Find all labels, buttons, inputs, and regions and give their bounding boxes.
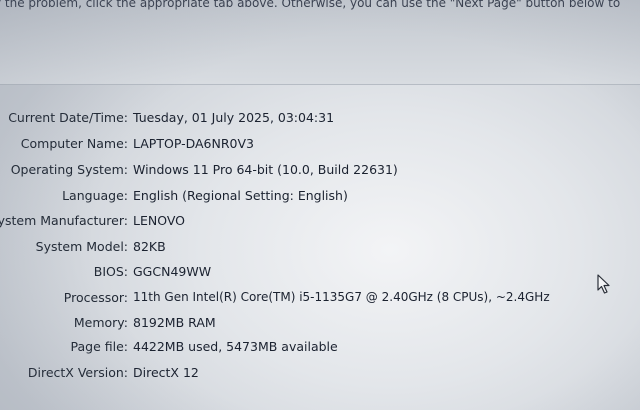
value-system-model: 82KB — [133, 239, 166, 254]
row-bios: BIOS: GGCN49WW — [0, 264, 640, 284]
value-language: English (Regional Setting: English) — [133, 188, 348, 203]
label-operating-system: Operating System: — [10, 162, 128, 177]
value-memory: 8192MB RAM — [133, 315, 216, 330]
row-computer-name: Computer Name: LAPTOP-DA6NR0V3 — [0, 136, 640, 156]
value-directx-version: DirectX 12 — [133, 365, 199, 380]
label-system-model: System Model: — [35, 239, 128, 254]
row-memory: Memory: 8192MB RAM — [0, 315, 640, 335]
row-operating-system: Operating System: Windows 11 Pro 64-bit … — [0, 162, 640, 182]
value-system-manufacturer: LENOVO — [133, 213, 186, 228]
row-page-file: Page file: 4422MB used, 5473MB available — [0, 339, 640, 359]
system-information-table: Current Date/Time: Tuesday, 01 July 2025… — [0, 0, 640, 410]
value-operating-system: Windows 11 Pro 64-bit (10.0, Build 22631… — [133, 162, 398, 177]
row-system-manufacturer: ystem Manufacturer: LENOVO — [0, 213, 640, 233]
row-processor: Processor: 11th Gen Intel(R) Core(TM) i5… — [0, 290, 640, 310]
value-current-date-time: Tuesday, 01 July 2025, 03:04:31 — [133, 110, 335, 125]
row-current-date-time: Current Date/Time: Tuesday, 01 July 2025… — [0, 110, 640, 130]
row-directx-version: DirectX Version: DirectX 12 — [0, 365, 640, 385]
label-processor: Processor: — [63, 290, 128, 305]
row-language: Language: English (Regional Setting: Eng… — [0, 188, 640, 208]
label-language: Language: — [62, 188, 128, 203]
label-system-manufacturer: ystem Manufacturer: — [0, 213, 128, 228]
label-directx-version: DirectX Version: — [27, 365, 128, 380]
value-computer-name: LAPTOP-DA6NR0V3 — [133, 136, 254, 151]
label-page-file: Page file: — [70, 339, 128, 354]
mouse-pointer-icon — [597, 274, 610, 294]
label-computer-name: Computer Name: — [20, 136, 128, 151]
row-system-model: System Model: 82KB — [0, 239, 640, 259]
value-page-file: 4422MB used, 5473MB available — [133, 339, 338, 354]
dxdiag-system-tab: y the problem, click the appropriate tab… — [0, 0, 640, 410]
label-memory: Memory: — [73, 315, 128, 330]
value-processor: 11th Gen Intel(R) Core(TM) i5-1135G7 @ 2… — [133, 290, 550, 304]
label-bios: BIOS: — [93, 264, 128, 279]
value-bios: GGCN49WW — [133, 264, 212, 279]
label-current-date-time: Current Date/Time: — [8, 110, 128, 125]
